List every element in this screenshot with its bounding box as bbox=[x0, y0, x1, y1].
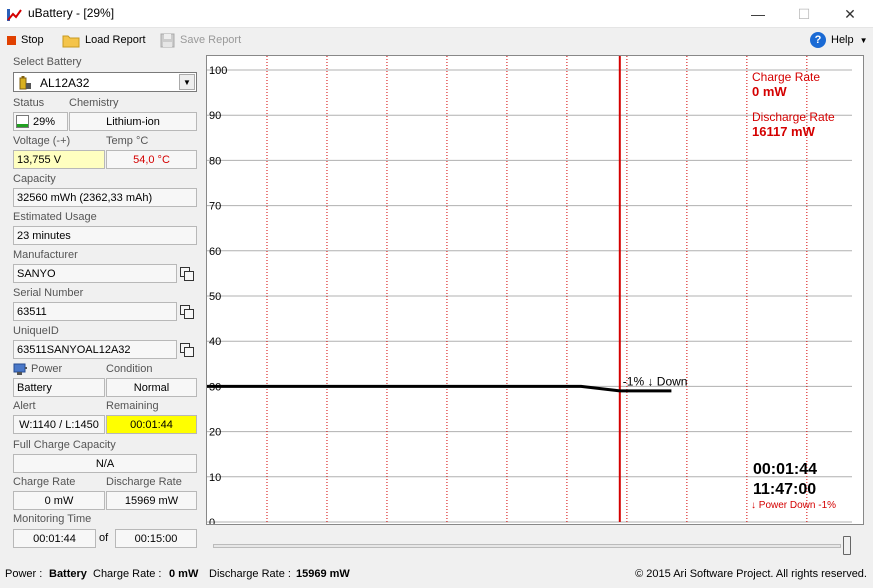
stop-button[interactable]: Stop bbox=[7, 30, 44, 50]
charge-rate-title: Charge Rate bbox=[752, 70, 821, 84]
y-tick-label: 40 bbox=[209, 336, 221, 348]
serial-number-field: 63511 bbox=[13, 302, 177, 321]
power-plug-icon bbox=[13, 363, 27, 375]
monitoring-elapsed-field: 00:01:44 bbox=[13, 529, 96, 548]
battery-chart: 100 90 80 70 60 50 40 30 20 10 0 -1% ↓ Down Charge … bbox=[206, 55, 864, 525]
battery-graph-icon bbox=[7, 9, 22, 21]
help-icon: ? bbox=[810, 32, 826, 48]
voltage-label: Voltage (-+) bbox=[13, 135, 71, 147]
y-tick-label: 50 bbox=[209, 291, 221, 303]
charge-rate-field: 0 mW bbox=[13, 491, 105, 510]
monitoring-of-label: of bbox=[99, 532, 109, 544]
temp-field: 54,0 °C bbox=[106, 150, 197, 169]
status-charge-rate-label: Charge Rate : bbox=[93, 568, 162, 580]
charge-rate-value: 0 mW bbox=[752, 84, 787, 99]
y-tick-label: 70 bbox=[209, 201, 221, 213]
y-tick-label: 60 bbox=[209, 246, 221, 258]
folder-icon bbox=[62, 35, 80, 47]
chemistry-label: Chemistry bbox=[69, 97, 119, 109]
dropdown-button[interactable]: ▼ bbox=[179, 74, 195, 90]
charge-rate-label: Charge Rate bbox=[13, 476, 76, 488]
power-event-label: ↓ Power Down -1% bbox=[751, 500, 837, 511]
discharge-rate-legend: Discharge Rate 16117 mW bbox=[752, 110, 835, 139]
chart-annotation: -1% ↓ Down bbox=[623, 374, 688, 388]
status-value: 29% bbox=[33, 116, 56, 128]
alert-label: Alert bbox=[13, 400, 36, 412]
y-tick-label: 80 bbox=[209, 155, 221, 167]
battery-select[interactable]: AL12A32 ▼ bbox=[13, 72, 197, 92]
battery-level-icon bbox=[16, 115, 29, 128]
temp-label: Temp °C bbox=[106, 135, 149, 147]
capacity-label: Capacity bbox=[13, 173, 56, 185]
save-report-button[interactable]: Save Report bbox=[160, 30, 241, 50]
full-charge-capacity-field: N/A bbox=[13, 454, 197, 473]
charge-rate-legend: Charge Rate 0 mW bbox=[752, 70, 820, 99]
close-button[interactable]: ✕ bbox=[827, 0, 873, 28]
condition-label: Condition bbox=[106, 363, 153, 375]
chemistry-field: Lithium-ion bbox=[69, 112, 197, 131]
clock-time: 11:47:00 bbox=[753, 481, 817, 498]
copy-icon[interactable] bbox=[180, 343, 194, 357]
timeline-slider-thumb[interactable] bbox=[843, 536, 851, 555]
manufacturer-field: SANYO bbox=[13, 264, 177, 283]
copy-icon[interactable] bbox=[180, 305, 194, 319]
timeline-slider-track[interactable] bbox=[213, 544, 841, 548]
status-power-label: Power : bbox=[5, 568, 43, 580]
estimated-usage-label: Estimated Usage bbox=[13, 211, 97, 223]
load-report-button[interactable]: Load Report bbox=[62, 30, 146, 50]
title-bar: uBattery - [29%] — ☐ ✕ bbox=[0, 0, 873, 28]
y-tick-label: 100 bbox=[209, 65, 227, 77]
toolbar: Stop Load Report Save Report ? Help ▼ bbox=[0, 28, 873, 52]
y-tick-label: 0 bbox=[209, 517, 215, 524]
chevron-down-icon: ▼ bbox=[859, 35, 868, 45]
stop-icon bbox=[7, 35, 16, 45]
estimated-usage-field: 23 minutes bbox=[13, 226, 197, 245]
y-tick-label: 90 bbox=[209, 110, 221, 122]
y-tick-label: 20 bbox=[209, 427, 221, 439]
uniqueid-label: UniqueID bbox=[13, 325, 59, 337]
battery-select-value: AL12A32 bbox=[40, 76, 90, 90]
status-power-value: Battery bbox=[49, 568, 87, 580]
discharge-rate-value: 16117 mW bbox=[752, 124, 815, 139]
alert-field: W:1140 / L:1450 bbox=[13, 415, 105, 434]
help-button[interactable]: ? Help ▼ bbox=[810, 30, 868, 50]
monitoring-time-label: Monitoring Time bbox=[13, 513, 92, 525]
capacity-field: 32560 mWh (2362,33 mAh) bbox=[13, 188, 197, 207]
serial-number-label: Serial Number bbox=[13, 287, 84, 299]
status-field: 29% bbox=[13, 112, 68, 131]
copy-icon[interactable] bbox=[180, 267, 194, 281]
full-charge-capacity-label: Full Charge Capacity bbox=[13, 439, 116, 451]
minimize-button[interactable]: — bbox=[735, 0, 781, 28]
remaining-label: Remaining bbox=[106, 400, 159, 412]
maximize-button[interactable]: ☐ bbox=[781, 0, 827, 28]
copyright-text: © 2015 Ari Software Project. All rights … bbox=[635, 568, 867, 580]
battery-level-fill bbox=[17, 123, 28, 127]
uniqueid-field: 63511SANYOAL12A32 bbox=[13, 340, 177, 359]
power-label: Power bbox=[31, 363, 63, 375]
power-field: Battery bbox=[13, 378, 105, 397]
status-discharge-rate-value: 15969 mW bbox=[296, 568, 350, 580]
select-battery-label: Select Battery bbox=[13, 56, 82, 68]
status-discharge-rate-label: Discharge Rate : bbox=[209, 568, 291, 580]
status-charge-rate-value: 0 mW bbox=[169, 568, 199, 580]
series-line bbox=[207, 384, 672, 393]
battery-icon bbox=[19, 76, 31, 90]
manufacturer-label: Manufacturer bbox=[13, 249, 78, 261]
remaining-field: 00:01:44 bbox=[106, 415, 197, 434]
elapsed-time: 00:01:44 bbox=[753, 461, 818, 478]
voltage-field: 13,755 V bbox=[13, 150, 105, 169]
status-label: Status bbox=[13, 97, 45, 109]
floppy-icon bbox=[160, 33, 175, 47]
discharge-rate-label: Discharge Rate bbox=[106, 476, 182, 488]
status-bar: Power : Battery Charge Rate : 0 mW Disch… bbox=[0, 562, 873, 588]
condition-field: Normal bbox=[106, 378, 197, 397]
chevron-down-icon: ▼ bbox=[183, 78, 191, 87]
window-title: uBattery - [29%] bbox=[28, 6, 115, 20]
discharge-rate-field: 15969 mW bbox=[106, 491, 197, 510]
monitoring-total-field[interactable]: 00:15:00 bbox=[115, 529, 197, 548]
discharge-rate-title: Discharge Rate bbox=[752, 110, 835, 124]
y-tick-label: 10 bbox=[209, 472, 221, 484]
